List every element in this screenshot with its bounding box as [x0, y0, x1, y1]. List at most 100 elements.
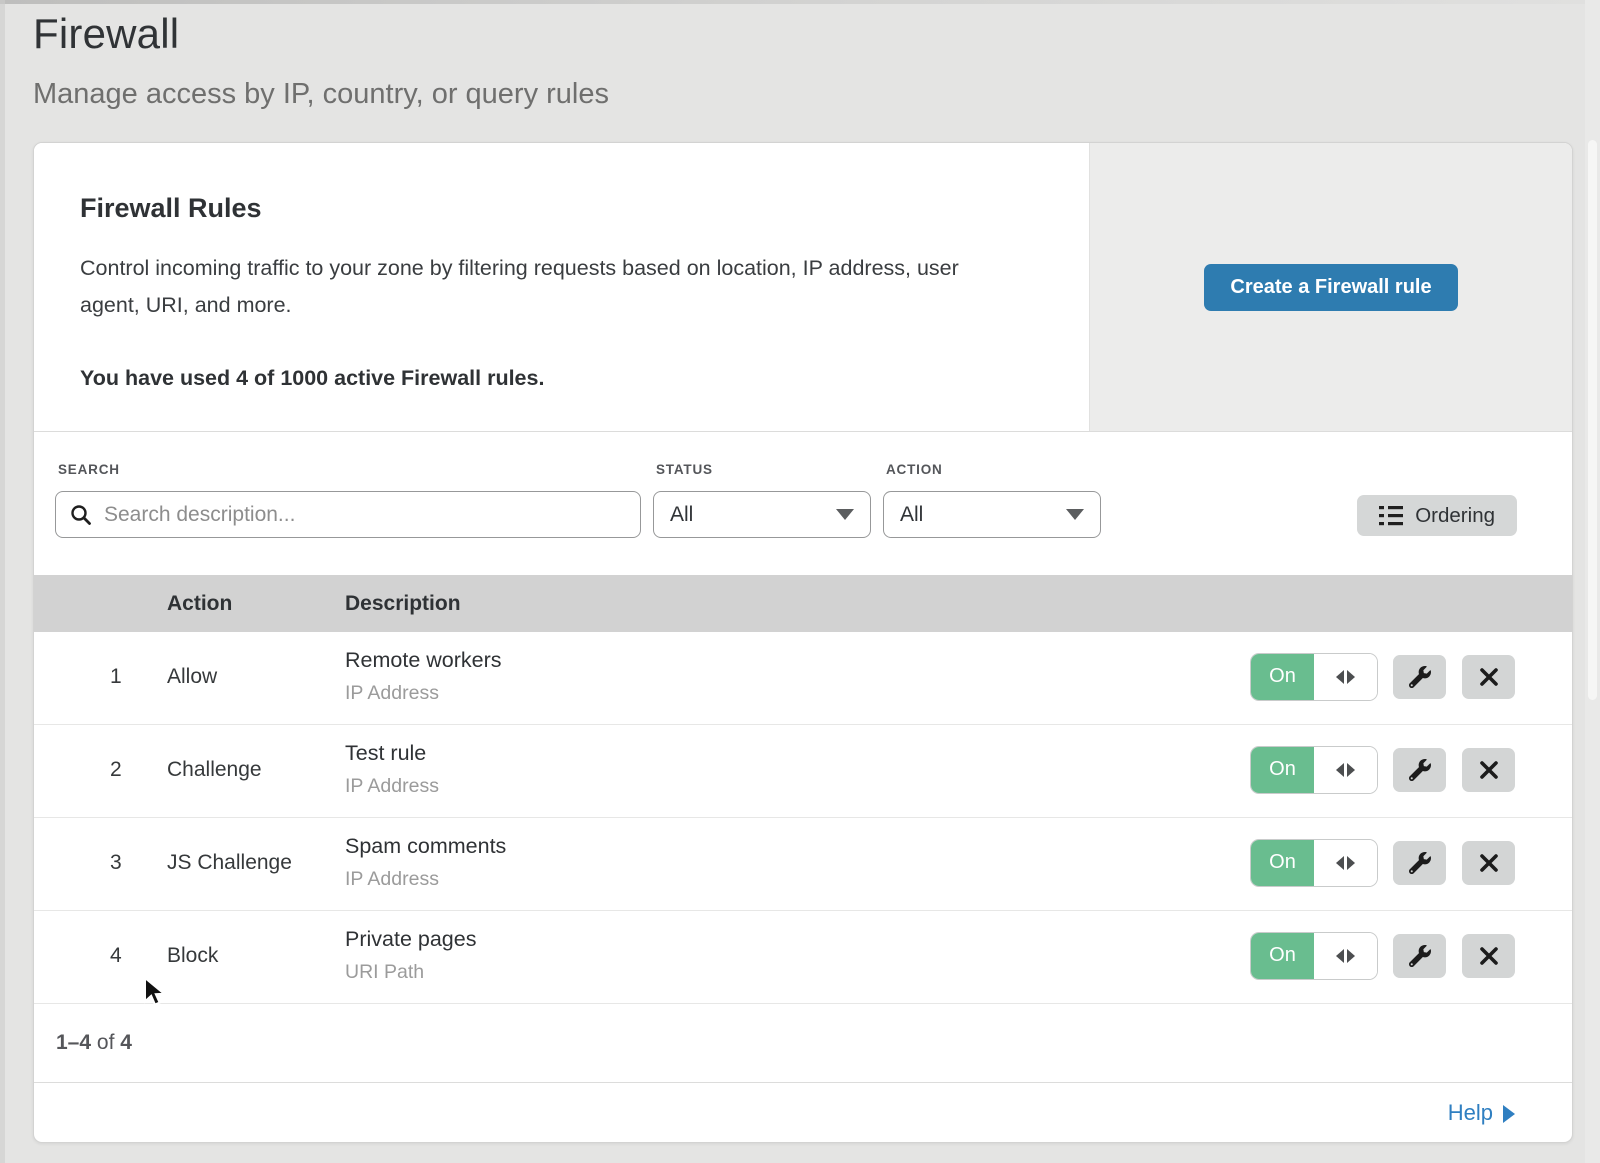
- action-select-value: All: [900, 503, 923, 527]
- chevron-down-icon: [836, 509, 854, 520]
- rule-match-type: IP Address: [345, 868, 1251, 891]
- rule-description-cell: Remote workers IP Address: [345, 648, 1251, 705]
- search-box[interactable]: [55, 491, 641, 538]
- table-row: 1 Allow Remote workers IP Address On: [34, 632, 1572, 725]
- toggle-on-label: On: [1251, 840, 1314, 886]
- firewall-rules-card: Firewall Rules Control incoming traffic …: [33, 142, 1573, 1143]
- toggle-knob: [1314, 747, 1377, 793]
- edit-rule-button[interactable]: [1393, 841, 1446, 885]
- toggle-knob: [1314, 654, 1377, 700]
- rule-description-cell: Spam comments IP Address: [345, 834, 1251, 891]
- search-icon: [70, 504, 92, 526]
- edit-rule-button[interactable]: [1393, 934, 1446, 978]
- edit-rule-button[interactable]: [1393, 655, 1446, 699]
- rules-summary-text: Firewall Rules Control incoming traffic …: [34, 143, 1089, 431]
- rule-match-type: IP Address: [345, 682, 1251, 705]
- page-header: Firewall Manage access by IP, country, o…: [0, 0, 1600, 111]
- rule-enabled-toggle[interactable]: On: [1251, 654, 1377, 700]
- ordering-button[interactable]: Ordering: [1357, 495, 1517, 536]
- delete-rule-button[interactable]: [1462, 841, 1515, 885]
- rules-summary-section: Firewall Rules Control incoming traffic …: [34, 143, 1572, 431]
- create-rule-panel: Create a Firewall rule: [1089, 143, 1572, 431]
- help-bar: Help: [34, 1082, 1572, 1142]
- create-firewall-rule-button[interactable]: Create a Firewall rule: [1204, 264, 1457, 311]
- rule-description-cell: Test rule IP Address: [345, 741, 1251, 798]
- ordered-list-icon: [1379, 505, 1403, 527]
- rules-heading: Firewall Rules: [80, 193, 1019, 224]
- toggle-knob: [1314, 840, 1377, 886]
- table-header: Action Description: [34, 575, 1572, 632]
- delete-rule-button[interactable]: [1462, 748, 1515, 792]
- caret-left-icon: [1336, 763, 1344, 777]
- rules-description: Control incoming traffic to your zone by…: [80, 250, 1019, 324]
- caret-right-icon: [1347, 856, 1355, 870]
- search-filter-group: SEARCH: [55, 462, 641, 538]
- action-filter-group: ACTION All: [883, 462, 1101, 538]
- rule-action: JS Challenge: [167, 851, 345, 875]
- edit-rule-button[interactable]: [1393, 748, 1446, 792]
- rule-description: Private pages: [345, 927, 1251, 952]
- pagination-total: 4: [120, 1031, 132, 1054]
- pagination-of: of: [97, 1031, 115, 1054]
- column-action: Action: [167, 592, 345, 616]
- rule-priority: 1: [34, 665, 167, 689]
- window-left-edge: [0, 0, 5, 1163]
- delete-rule-button[interactable]: [1462, 934, 1515, 978]
- rule-controls: On: [1251, 933, 1572, 979]
- rule-action: Challenge: [167, 758, 345, 782]
- rule-description: Test rule: [345, 741, 1251, 766]
- caret-left-icon: [1336, 949, 1344, 963]
- window-top-edge: [0, 0, 1600, 4]
- wrench-icon: [1409, 852, 1431, 874]
- wrench-icon: [1409, 666, 1431, 688]
- search-label: SEARCH: [58, 462, 641, 477]
- action-label: ACTION: [886, 462, 1101, 477]
- toggle-on-label: On: [1251, 747, 1314, 793]
- status-select-value: All: [670, 503, 693, 527]
- caret-right-icon: [1347, 763, 1355, 777]
- delete-rule-button[interactable]: [1462, 655, 1515, 699]
- ordering-button-label: Ordering: [1415, 504, 1495, 528]
- action-select[interactable]: All: [883, 491, 1101, 538]
- caret-left-icon: [1336, 856, 1344, 870]
- scrollbar-thumb[interactable]: [1588, 140, 1597, 700]
- rule-description-cell: Private pages URI Path: [345, 927, 1251, 984]
- rule-match-type: IP Address: [345, 775, 1251, 798]
- table-row: 4 Block Private pages URI Path On: [34, 911, 1572, 1004]
- filters-bar: SEARCH STATUS All ACTION All: [34, 431, 1572, 575]
- help-link-label: Help: [1448, 1100, 1493, 1126]
- wrench-icon: [1409, 945, 1431, 967]
- chevron-down-icon: [1066, 509, 1084, 520]
- rule-controls: On: [1251, 654, 1572, 700]
- rule-priority: 3: [34, 851, 167, 875]
- search-input[interactable]: [104, 503, 626, 527]
- rule-enabled-toggle[interactable]: On: [1251, 933, 1377, 979]
- rule-match-type: URI Path: [345, 961, 1251, 984]
- close-icon: [1479, 853, 1499, 873]
- page-title: Firewall: [33, 10, 1560, 58]
- table-row: 2 Challenge Test rule IP Address On: [34, 725, 1572, 818]
- rule-controls: On: [1251, 747, 1572, 793]
- help-link[interactable]: Help: [1448, 1100, 1515, 1126]
- caret-left-icon: [1336, 670, 1344, 684]
- close-icon: [1479, 760, 1499, 780]
- rule-priority: 2: [34, 758, 167, 782]
- close-icon: [1479, 946, 1499, 966]
- scrollbar-track[interactable]: [1585, 0, 1600, 1163]
- close-icon: [1479, 667, 1499, 687]
- rule-action: Block: [167, 944, 345, 968]
- rule-enabled-toggle[interactable]: On: [1251, 840, 1377, 886]
- caret-right-icon: [1347, 670, 1355, 684]
- rule-description: Spam comments: [345, 834, 1251, 859]
- rule-priority: 4: [34, 944, 167, 968]
- status-select[interactable]: All: [653, 491, 871, 538]
- rules-usage-count: You have used 4 of 1000 active Firewall …: [80, 366, 1019, 391]
- rule-enabled-toggle[interactable]: On: [1251, 747, 1377, 793]
- status-filter-group: STATUS All: [653, 462, 871, 538]
- mouse-cursor: [143, 977, 171, 1007]
- caret-right-icon: [1347, 949, 1355, 963]
- rule-description: Remote workers: [345, 648, 1251, 673]
- column-description: Description: [345, 592, 1251, 616]
- status-label: STATUS: [656, 462, 871, 477]
- toggle-on-label: On: [1251, 933, 1314, 979]
